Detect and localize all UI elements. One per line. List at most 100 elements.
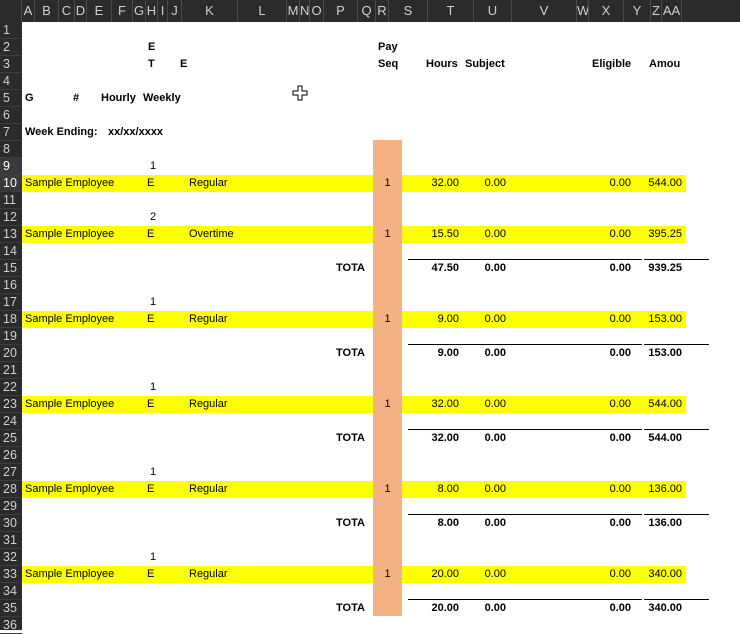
header-j-row3: E [180, 58, 188, 70]
column-header[interactable]: I [158, 0, 168, 22]
row-header[interactable]: 4 [0, 73, 22, 90]
total-underline [408, 599, 642, 600]
earning-type: Overtime [189, 228, 234, 240]
column-header[interactable]: W [577, 0, 589, 22]
eligible-value: 0.00 [609, 398, 631, 410]
total-label: TOTA [336, 602, 365, 614]
row-header[interactable]: 17 [0, 294, 22, 311]
row-header[interactable]: 35 [0, 600, 22, 617]
row-header[interactable]: 24 [0, 413, 22, 430]
row-header[interactable]: 30 [0, 515, 22, 532]
total-label: TOTA [336, 432, 365, 444]
row-header[interactable]: 31 [0, 532, 22, 549]
amount-value: 153.00 [648, 313, 682, 325]
column-header[interactable]: M [287, 0, 300, 22]
row-header[interactable]: 8 [0, 141, 22, 158]
column-header[interactable]: O [310, 0, 324, 22]
subject-value: 0.00 [484, 483, 506, 495]
column-header[interactable]: T [428, 0, 474, 22]
column-header[interactable]: S [389, 0, 428, 22]
line-number: 1 [150, 296, 157, 308]
column-header[interactable]: C [59, 0, 75, 22]
row-header[interactable]: 11 [0, 192, 22, 209]
earning-type-code: E [147, 228, 155, 240]
pay-seq: 1 [384, 177, 391, 189]
header-hours: Hours [426, 58, 458, 70]
row-header[interactable]: 34 [0, 583, 22, 600]
row-header[interactable]: 1 [0, 22, 22, 39]
earning-type-code: E [147, 483, 155, 495]
column-header[interactable]: L [238, 0, 287, 22]
row-header[interactable]: 21 [0, 362, 22, 379]
total-eligible: 0.00 [609, 262, 631, 274]
column-header[interactable]: A [22, 0, 35, 22]
column-header[interactable]: J [168, 0, 182, 22]
column-header-bar: A B C D E F G H I J K L M N O P Q R S T U V W X Y Z AA [0, 0, 740, 22]
select-all-corner[interactable] [0, 0, 22, 22]
column-header[interactable]: P [324, 0, 358, 22]
employee-name: Sample Employee [25, 398, 115, 410]
employee-name: Sample Employee [25, 177, 115, 189]
row-header[interactable]: 7 [0, 124, 22, 141]
column-header[interactable]: B [35, 0, 59, 22]
column-header[interactable]: R [376, 0, 389, 22]
row-header[interactable]: 5 [0, 90, 22, 107]
row-header[interactable]: 25 [0, 430, 22, 447]
row-header[interactable]: 29 [0, 498, 22, 515]
row-header[interactable]: 26 [0, 447, 22, 464]
row-header[interactable]: 32 [0, 549, 22, 566]
row-header[interactable]: 16 [0, 277, 22, 294]
row-header[interactable]: 27 [0, 464, 22, 481]
row-header[interactable]: 12 [0, 209, 22, 226]
column-header[interactable]: Y [624, 0, 651, 22]
row-header[interactable]: 13 [0, 226, 22, 243]
column-header[interactable]: V [512, 0, 577, 22]
week-ending-date: xx/xx/xxxx [108, 126, 164, 138]
row-header[interactable]: 23 [0, 396, 22, 413]
column-header[interactable]: K [182, 0, 238, 22]
column-header[interactable]: Q [358, 0, 376, 22]
amount-value: 544.00 [648, 398, 682, 410]
column-header[interactable]: U [474, 0, 512, 22]
total-amount: 153.00 [648, 347, 682, 359]
row-header[interactable]: 15 [0, 260, 22, 277]
row-header[interactable]: 33 [0, 566, 22, 583]
row-header[interactable]: 20 [0, 345, 22, 362]
hours-value: 8.00 [437, 483, 459, 495]
row-header[interactable]: 19 [0, 328, 22, 345]
column-header[interactable]: F [112, 0, 133, 22]
total-subject: 0.00 [484, 517, 506, 529]
total-underline [408, 514, 642, 515]
subject-value: 0.00 [484, 228, 506, 240]
total-underline [644, 344, 709, 345]
worksheet-grid[interactable]: E Pay T E Seq Hours Subject Eligible Amo… [22, 22, 740, 630]
column-header[interactable]: G [133, 0, 146, 22]
column-header[interactable]: N [300, 0, 310, 22]
column-header[interactable]: X [589, 0, 624, 22]
header-amount: Amou [649, 58, 681, 70]
row-header[interactable]: 9 [0, 158, 22, 175]
row-header[interactable]: 14 [0, 243, 22, 260]
row-header[interactable]: 36 [0, 617, 22, 634]
column-header[interactable]: E [87, 0, 112, 22]
eligible-value: 0.00 [609, 228, 631, 240]
earning-type-code: E [147, 398, 155, 410]
row-header[interactable]: 18 [0, 311, 22, 328]
earning-type-code: E [147, 568, 155, 580]
total-label: TOTA [336, 517, 365, 529]
eligible-value: 0.00 [609, 313, 631, 325]
column-header[interactable]: D [75, 0, 87, 22]
column-header[interactable]: AA [662, 0, 682, 22]
hours-value: 32.00 [431, 177, 459, 189]
column-header[interactable]: H [146, 0, 158, 22]
subject-value: 0.00 [484, 568, 506, 580]
row-header[interactable]: 3 [0, 56, 22, 73]
row-header[interactable]: 28 [0, 481, 22, 498]
row-header[interactable]: 2 [0, 39, 22, 56]
row-header[interactable]: 10 [0, 175, 22, 192]
column-header[interactable]: Z [651, 0, 662, 22]
row-header[interactable]: 6 [0, 107, 22, 124]
earning-type-code: E [147, 177, 155, 189]
row-header[interactable]: 22 [0, 379, 22, 396]
hours-value: 9.00 [437, 313, 459, 325]
